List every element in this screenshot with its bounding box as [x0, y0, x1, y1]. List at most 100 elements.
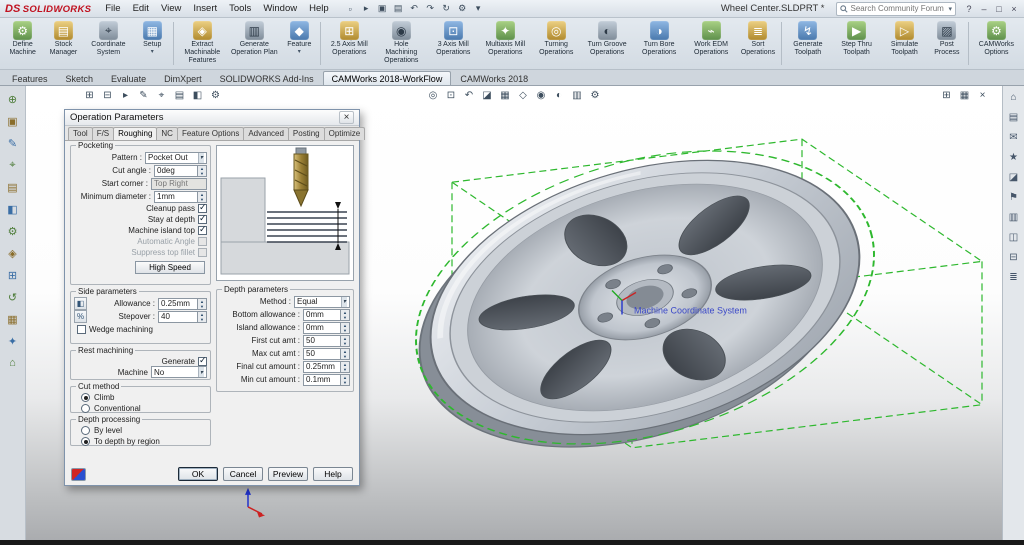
ribbon-button[interactable]: ▷ Simulate Toolpath: [881, 19, 928, 68]
minimize-button[interactable]: –: [979, 4, 989, 14]
help-button[interactable]: ?: [964, 4, 974, 14]
restore-button[interactable]: □: [994, 4, 1004, 14]
save-icon[interactable]: ▣: [375, 2, 390, 16]
help-button[interactable]: Help: [313, 467, 353, 481]
section-icon[interactable]: ◧: [4, 200, 22, 218]
coordinate-icon[interactable]: ⌖: [4, 156, 22, 174]
view-palette-icon[interactable]: ★: [1006, 149, 1022, 165]
ribbon-button[interactable]: ◈ Extract Machinable Features: [176, 19, 228, 68]
radio-button[interactable]: [81, 404, 90, 413]
task-pane-home-icon[interactable]: ⌂: [1006, 89, 1022, 105]
stepover-input[interactable]: 40: [158, 311, 198, 323]
dropdown-icon[interactable]: ▾: [471, 2, 486, 16]
cut-method-option[interactable]: Climb: [74, 392, 207, 403]
command-tab[interactable]: DimXpert: [155, 71, 211, 85]
select-icon[interactable]: ⊕: [4, 90, 22, 108]
menu-item[interactable]: Tools: [223, 2, 257, 15]
depth-parameter-input[interactable]: 0.25mm: [303, 361, 341, 373]
previous-view-icon[interactable]: ↶: [462, 88, 477, 102]
command-tab[interactable]: Features: [3, 71, 57, 85]
custom-properties-icon[interactable]: ⚑: [1006, 189, 1022, 205]
dialog-tab[interactable]: Posting: [288, 127, 325, 140]
generate-checkbox[interactable]: [198, 357, 207, 366]
dialog-tab[interactable]: Tool: [68, 127, 93, 140]
min-diameter-spinner[interactable]: ▲▼: [198, 191, 207, 203]
machine-dropdown[interactable]: No ▾: [151, 366, 207, 378]
pocketing-option-row[interactable]: Suppress top fillet: [74, 247, 207, 258]
generate-row[interactable]: Generate: [74, 356, 207, 366]
command-tab[interactable]: CAMWorks 2018-WorkFlow: [323, 71, 452, 85]
ribbon-button[interactable]: ↯ Generate Toolpath: [784, 19, 832, 68]
machine-icon[interactable]: ◈: [4, 244, 22, 262]
view-orientation-icon[interactable]: ▦: [498, 88, 513, 102]
checkbox[interactable]: [198, 204, 207, 213]
dialog-tab[interactable]: Optimize: [324, 127, 366, 140]
home-icon[interactable]: ⌂: [4, 354, 22, 372]
resources-icon[interactable]: ◫: [1006, 229, 1022, 245]
radio-button[interactable]: [81, 437, 90, 446]
ribbon-button[interactable]: [781, 22, 782, 65]
ribbon-button[interactable]: ▦ Setup ▾: [133, 19, 171, 68]
dialog-tab[interactable]: NC: [156, 127, 178, 140]
ribbon-button[interactable]: ◑ Turn Bore Operations: [633, 19, 685, 68]
spinner[interactable]: ▲▼: [341, 309, 350, 321]
edit-icon[interactable]: ✎: [136, 88, 151, 102]
cancel-button[interactable]: Cancel: [223, 467, 263, 481]
ribbon-button[interactable]: ▥ Generate Operation Plan: [228, 19, 280, 68]
hide-show-icon[interactable]: ◉: [534, 88, 549, 102]
menu-item[interactable]: View: [155, 2, 187, 15]
simulate-icon[interactable]: ✦: [4, 332, 22, 350]
ribbon-button[interactable]: ◆ Feature ▾: [280, 19, 318, 68]
redo-icon[interactable]: ↷: [423, 2, 438, 16]
fullscreen-icon[interactable]: ⊞: [939, 88, 954, 102]
ok-button[interactable]: OK: [178, 467, 218, 481]
collapse-icon[interactable]: ⊟: [1006, 249, 1022, 265]
spinner[interactable]: ▲▼: [341, 335, 350, 347]
ribbon-button[interactable]: [968, 22, 969, 65]
rebuild-icon[interactable]: ↻: [439, 2, 454, 16]
forum-icon[interactable]: ▥: [1006, 209, 1022, 225]
depth-parameter-input[interactable]: 0mm: [303, 322, 341, 334]
gear-icon[interactable]: ⚙: [208, 88, 223, 102]
ribbon-button[interactable]: ▨ Post Process: [928, 19, 966, 68]
search-input[interactable]: [850, 4, 946, 13]
dialog-tab[interactable]: Roughing: [113, 127, 157, 140]
target-icon[interactable]: ⌖: [154, 88, 169, 102]
settings-icon[interactable]: ⚙: [4, 222, 22, 240]
open-icon[interactable]: ▸: [359, 2, 374, 16]
display-style-icon[interactable]: ◇: [516, 88, 531, 102]
half-section-icon[interactable]: ◧: [190, 88, 205, 102]
spinner[interactable]: ▲▼: [341, 348, 350, 360]
pattern-dropdown[interactable]: Pocket Out ▾: [145, 152, 207, 164]
menu-item[interactable]: Edit: [127, 2, 155, 15]
spinner[interactable]: ▲▼: [341, 374, 350, 386]
cut-angle-input[interactable]: 0deg: [154, 165, 198, 177]
options-icon[interactable]: ⚙: [455, 2, 470, 16]
ribbon-button[interactable]: ⊞ 2.5 Axis Mill Operations: [323, 19, 375, 68]
filter-icon[interactable]: ⊟: [100, 88, 115, 102]
search-box[interactable]: ▾: [836, 2, 956, 16]
min-diameter-input[interactable]: 1mm: [154, 191, 198, 203]
file-explorer-icon[interactable]: ✉: [1006, 129, 1022, 145]
zoom-area-icon[interactable]: ⊡: [444, 88, 459, 102]
depth-processing-option[interactable]: To depth by region: [74, 436, 207, 447]
ribbon-button[interactable]: ⌖ Coordinate System: [84, 19, 134, 68]
pocketing-option-row[interactable]: Stay at depth: [74, 214, 207, 225]
preview-button[interactable]: Preview: [268, 467, 308, 481]
undo-icon[interactable]: ↶: [407, 2, 422, 16]
panel-toggle-icon[interactable]: ▦: [957, 88, 972, 102]
close-icon[interactable]: ×: [339, 111, 354, 124]
allowance-spinner[interactable]: ▲▼: [198, 298, 207, 310]
radio-button[interactable]: [81, 393, 90, 402]
command-tab[interactable]: Sketch: [57, 71, 103, 85]
command-tab[interactable]: SOLIDWORKS Add-Ins: [211, 71, 323, 85]
menu-item[interactable]: File: [99, 2, 126, 15]
depth-parameter-input[interactable]: 50: [303, 335, 341, 347]
ribbon-button[interactable]: ◐ Turn Groove Operations: [581, 19, 633, 68]
new-icon[interactable]: ▫: [343, 2, 358, 16]
dialog-tab[interactable]: Advanced: [243, 127, 289, 140]
search-dropdown-icon[interactable]: ▾: [948, 5, 952, 13]
spinner[interactable]: ▲▼: [341, 322, 350, 334]
menu-item[interactable]: Window: [257, 2, 303, 15]
pin-icon[interactable]: ⊞: [82, 88, 97, 102]
